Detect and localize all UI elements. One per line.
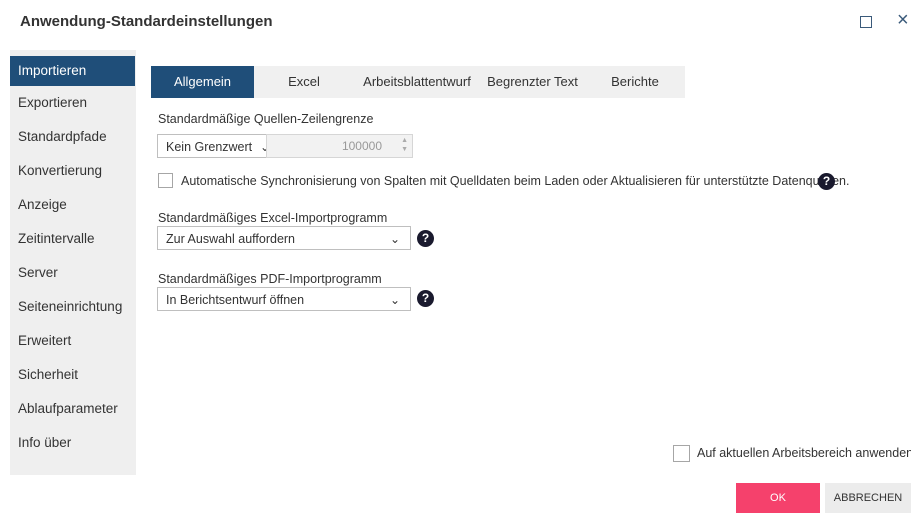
row-limit-select-value: Kein Grenzwert [166,140,253,154]
help-icon[interactable]: ? [417,290,434,307]
sidebar-item-seiteneinrichtung[interactable]: Seiteneinrichtung [10,290,135,324]
help-icon[interactable]: ? [417,230,434,247]
title-bar: Anwendung-Standardeinstellungen × [0,0,911,50]
sidebar-item-exportieren[interactable]: Exportieren [10,86,135,120]
settings-panel: Allgemein Excel Arbeitsblattentwurf Begr… [136,50,911,475]
help-icon[interactable]: ? [818,173,835,190]
tab-arbeitsblattentwurf[interactable]: Arbeitsblattentwurf [354,66,480,98]
pdf-import-select[interactable]: In Berichtsentwurf öffnen ⌄ [157,287,411,311]
chevron-down-icon: ⌄ [389,293,400,307]
maximize-icon[interactable] [860,16,872,28]
row-limit-select[interactable]: Kein Grenzwert ⌄ [157,134,281,158]
auto-sync-checkbox[interactable] [158,173,173,188]
tab-bar: Allgemein Excel Arbeitsblattentwurf Begr… [151,66,685,98]
pdf-import-label: Standardmäßiges PDF-Importprogramm [158,272,382,286]
sidebar-item-ablaufparameter[interactable]: Ablaufparameter [10,392,135,426]
sidebar-item-konvertierung[interactable]: Konvertierung [10,154,135,188]
chevron-down-icon: ⌄ [389,232,400,246]
excel-import-value: Zur Auswahl auffordern [166,232,296,246]
dialog-title: Anwendung-Standardeinstellungen [20,13,273,30]
auto-sync-label: Automatische Synchronisierung von Spalte… [181,174,850,188]
close-icon[interactable]: × [897,9,909,32]
tab-begrenzter-text[interactable]: Begrenzter Text [480,66,585,98]
sidebar-item-sicherheit[interactable]: Sicherheit [10,358,135,392]
ok-button[interactable]: OK [736,483,820,513]
sidebar-item-zeitintervalle[interactable]: Zeitintervalle [10,222,135,256]
row-limit-label: Standardmäßige Quellen-Zeilengrenze [158,112,374,126]
cancel-button[interactable]: ABBRECHEN [825,483,911,513]
sidebar-item-info[interactable]: Info über [10,426,135,460]
sidebar: Importieren Exportieren Standardpfade Ko… [10,54,135,460]
spinner-icon[interactable]: ▲ ▼ [401,136,408,154]
tab-allgemein[interactable]: Allgemein [151,66,254,98]
sidebar-item-anzeige[interactable]: Anzeige [10,188,135,222]
sidebar-item-standardpfade[interactable]: Standardpfade [10,120,135,154]
apply-workspace-checkbox[interactable] [673,445,690,462]
excel-import-label: Standardmäßiges Excel-Importprogramm [158,211,388,225]
apply-workspace-label: Auf aktuellen Arbeitsbereich anwenden [697,446,911,460]
tab-excel[interactable]: Excel [254,66,354,98]
sidebar-item-server[interactable]: Server [10,256,135,290]
tab-berichte[interactable]: Berichte [585,66,685,98]
sidebar-item-erweitert[interactable]: Erweitert [10,324,135,358]
sidebar-item-importieren[interactable]: Importieren [10,56,135,86]
row-limit-number-input[interactable]: 100000 ▲ ▼ [266,134,413,158]
pdf-import-value: In Berichtsentwurf öffnen [166,293,305,307]
row-limit-number-value: 100000 [341,139,382,153]
excel-import-select[interactable]: Zur Auswahl auffordern ⌄ [157,226,411,250]
